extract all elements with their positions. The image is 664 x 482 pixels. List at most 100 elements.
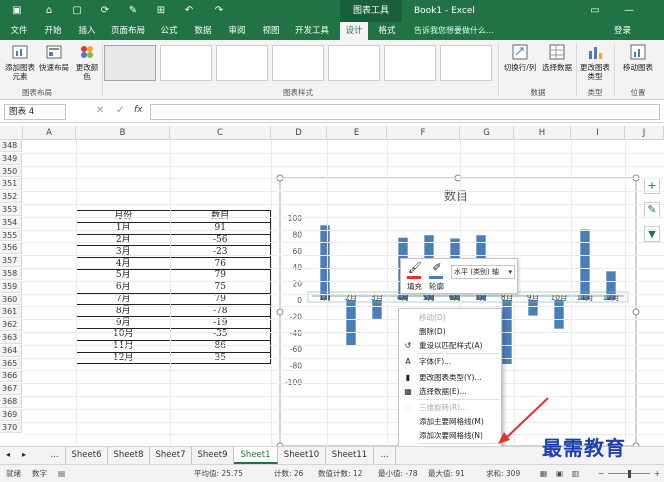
scroll-right-icon[interactable]: ▸ (22, 450, 26, 459)
row-header[interactable]: 353 (0, 204, 22, 216)
sheet-tab[interactable]: Sheet10 (278, 447, 326, 464)
fill-bucket-icon[interactable]: 🖌 (407, 261, 423, 277)
chart-style-thumb[interactable] (216, 45, 268, 81)
row-header[interactable]: 354 (0, 216, 22, 229)
zoom-out-icon[interactable]: − (598, 465, 604, 482)
add-chart-element-button[interactable]: 添加图表元素 (4, 43, 36, 83)
row-header[interactable]: 356 (0, 242, 22, 255)
fill-label[interactable]: 填充 (407, 281, 422, 292)
context-menu-item[interactable]: 添加次要网格线(N) (399, 429, 501, 443)
zoom-slider-thumb[interactable] (628, 470, 631, 478)
row-header[interactable]: 363 (0, 332, 22, 344)
save-icon[interactable]: ▣ (10, 4, 24, 18)
tab-developer[interactable]: 开发工具 (290, 22, 334, 40)
tab-review[interactable]: 审阅 (222, 22, 252, 40)
row-header[interactable]: 365 (0, 357, 22, 370)
move-chart-button[interactable]: 移动图表 (616, 43, 660, 83)
chart-style-thumb[interactable] (440, 45, 492, 81)
row-header[interactable]: 361 (0, 306, 22, 319)
row-header[interactable]: 351 (0, 178, 22, 191)
row-header[interactable]: 357 (0, 255, 22, 267)
bar[interactable] (528, 300, 538, 316)
row-header[interactable]: 359 (0, 280, 22, 293)
tab-format[interactable]: 格式 (372, 22, 402, 40)
page-break-view-icon[interactable]: ▥ (572, 465, 579, 482)
tab-formulas[interactable]: 公式 (154, 22, 184, 40)
context-menu-item[interactable]: A 字体(F)... (399, 355, 501, 369)
row-header[interactable]: 370 (0, 421, 22, 434)
select-data-button[interactable]: 选择数据 (540, 43, 574, 83)
grid-icon[interactable]: ⊞ (154, 4, 168, 18)
row-header[interactable]: 367 (0, 383, 22, 395)
change-chart-type-button[interactable]: 更改图表类型 (578, 43, 612, 83)
macro-record-icon[interactable]: ▤ (58, 465, 65, 482)
row-header[interactable]: 355 (0, 229, 22, 242)
sheet-tab-more[interactable]: ... (374, 447, 396, 464)
chart-style-thumb[interactable] (272, 45, 324, 81)
cancel-icon[interactable]: ✕ (96, 105, 104, 116)
login-link[interactable]: 登录 (614, 22, 631, 40)
brush-icon[interactable]: ✎ (126, 4, 140, 18)
row-header[interactable]: 350 (0, 165, 22, 178)
axis-selector-dropdown[interactable]: 水平 (类别) 轴 ▾ (451, 265, 515, 279)
sync-icon[interactable]: ⟳ (98, 4, 112, 18)
chart-style-thumb[interactable] (384, 45, 436, 81)
chart-style-thumb[interactable] (160, 45, 212, 81)
tab-data[interactable]: 数据 (188, 22, 218, 40)
undo-icon[interactable]: ↶ (182, 4, 196, 18)
tell-me-search[interactable]: 告诉我您想要做什么... (414, 22, 494, 40)
tab-design[interactable]: 设计 (340, 22, 368, 40)
tab-view[interactable]: 视图 (256, 22, 286, 40)
row-header[interactable]: 362 (0, 319, 22, 331)
row-header[interactable]: 349 (0, 152, 22, 165)
home-icon[interactable]: ⌂ (42, 4, 56, 18)
outline-label[interactable]: 轮廓 (429, 281, 444, 292)
change-colors-button[interactable]: 更改颜色 (74, 43, 100, 83)
context-menu-item[interactable]: 删除(D) (399, 325, 501, 339)
row-header[interactable]: 352 (0, 191, 22, 203)
chart-styles-gallery[interactable] (104, 45, 492, 83)
tab-page-layout[interactable]: 页面布局 (106, 22, 150, 40)
ribbon-display-icon[interactable]: ▭ (588, 4, 602, 18)
row-header[interactable]: 358 (0, 268, 22, 280)
chart-filters-button[interactable]: ▼ (644, 226, 660, 242)
row-header[interactable]: 348 (0, 140, 22, 152)
chart[interactable]: 数目 100806040200-20-40-60-80-100 1月2月3月4月… (0, 126, 664, 446)
context-menu-item[interactable]: ↺ 重设以匹配样式(A) (399, 339, 501, 353)
name-box[interactable]: 图表 4 (4, 104, 66, 120)
bar[interactable] (554, 300, 564, 329)
resize-handle[interactable] (276, 308, 284, 316)
scroll-left-icon[interactable]: ◂ (6, 450, 10, 459)
row-header[interactable]: 360 (0, 293, 22, 306)
normal-view-icon[interactable]: ▦ (540, 465, 547, 482)
quick-layout-button[interactable]: 快速布局 (38, 43, 70, 83)
tab-insert[interactable]: 插入 (72, 22, 102, 40)
sheet-tab[interactable]: Sheet6 (66, 447, 108, 464)
row-header[interactable]: 369 (0, 408, 22, 421)
minimize-icon[interactable]: — (622, 4, 636, 18)
context-menu-item[interactable]: 添加主要网格线(M) (399, 415, 501, 429)
bar[interactable] (372, 300, 382, 319)
context-menu-item[interactable]: ▮ 更改图表类型(Y)... (399, 371, 501, 385)
sheet-tab-active[interactable]: Sheet1 (234, 447, 278, 464)
worksheet-grid[interactable]: A B C D E F G H I J 月份 数目 1月912月-563月-23… (0, 126, 664, 446)
bar[interactable] (320, 225, 330, 300)
bar[interactable] (580, 229, 590, 300)
switch-row-column-button[interactable]: 切换行/列 (502, 43, 538, 83)
chart-style-thumb[interactable] (104, 45, 156, 81)
row-header[interactable]: 368 (0, 396, 22, 408)
tab-file[interactable]: 文件 (4, 22, 34, 40)
sheet-tab-more[interactable]: ... (44, 447, 66, 464)
sheet-tab[interactable]: Sheet7 (150, 447, 192, 464)
chart-style-thumb[interactable] (328, 45, 380, 81)
tab-home[interactable]: 开始 (38, 22, 68, 40)
row-header[interactable]: 364 (0, 344, 22, 357)
redo-icon[interactable]: ↷ (212, 4, 226, 18)
context-menu-item[interactable]: ▦ 选择数据(E)... (399, 385, 501, 399)
page-layout-view-icon[interactable]: ▣ (556, 465, 563, 482)
sheet-tab[interactable]: Sheet8 (108, 447, 150, 464)
confirm-icon[interactable]: ✓ (116, 105, 124, 116)
row-header[interactable]: 366 (0, 370, 22, 383)
outline-pen-icon[interactable]: ✐ (429, 261, 445, 277)
formula-input[interactable] (150, 104, 660, 120)
